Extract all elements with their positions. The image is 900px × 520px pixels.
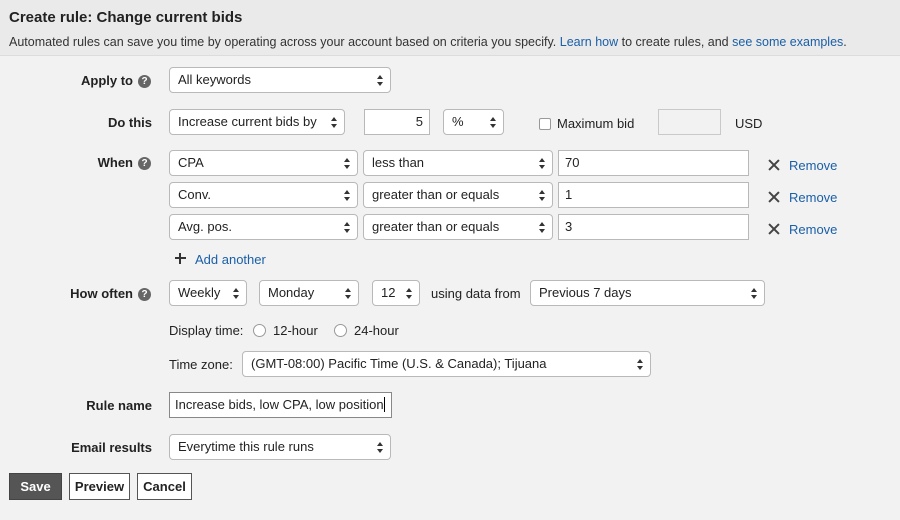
- condition-operator-value: less than: [372, 155, 425, 170]
- condition-metric-value: CPA: [178, 155, 204, 170]
- maximum-bid-label: Maximum bid: [557, 116, 635, 131]
- select-arrows-icon: [539, 190, 546, 201]
- condition-value-input[interactable]: 3: [558, 214, 749, 240]
- page-header: Create rule: Change current bids Automat…: [0, 0, 900, 56]
- radio-24-hour-label: 24-hour: [354, 323, 399, 338]
- date-range-select[interactable]: Previous 7 days: [530, 280, 765, 306]
- select-arrows-icon: [344, 158, 351, 169]
- close-icon[interactable]: [767, 158, 781, 172]
- rule-name-input[interactable]: Increase bids, low CPA, low position: [169, 392, 392, 418]
- apply-to-select[interactable]: All keywords: [169, 67, 391, 93]
- see-examples-link[interactable]: see some examples: [732, 35, 843, 49]
- date-range-value: Previous 7 days: [539, 285, 632, 300]
- condition-value-input[interactable]: 1: [558, 182, 749, 208]
- day-value: Monday: [268, 285, 315, 300]
- day-select[interactable]: Monday: [259, 280, 359, 306]
- when-label-text: When: [97, 155, 133, 170]
- bid-action-select[interactable]: Increase current bids by: [169, 109, 345, 135]
- condition-operator-value: greater than or equals: [372, 187, 500, 202]
- condition-value-input[interactable]: 70: [558, 150, 749, 176]
- help-icon[interactable]: ?: [138, 75, 151, 88]
- maximum-bid-input[interactable]: [658, 109, 721, 135]
- remove-condition-link[interactable]: Remove: [789, 190, 837, 205]
- radio-12-hour-label: 12-hour: [273, 323, 318, 338]
- radio-24-hour[interactable]: [334, 324, 347, 337]
- plus-icon[interactable]: [175, 253, 186, 264]
- select-arrows-icon: [344, 190, 351, 201]
- bid-amount-input[interactable]: 5: [364, 109, 430, 135]
- select-arrows-icon: [406, 288, 413, 299]
- condition-operator-select[interactable]: less than: [363, 150, 553, 176]
- condition-operator-select[interactable]: greater than or equals: [363, 182, 553, 208]
- select-arrows-icon: [233, 288, 240, 299]
- time-zone-value: (GMT-08:00) Pacific Time (U.S. & Canada)…: [251, 356, 547, 371]
- do-this-label: Do this: [107, 115, 152, 130]
- email-results-label: Email results: [71, 440, 152, 455]
- select-arrows-icon: [345, 288, 352, 299]
- select-arrows-icon: [377, 75, 384, 86]
- rule-name-value: Increase bids, low CPA, low position: [175, 397, 384, 412]
- bid-unit-value: %: [452, 114, 464, 129]
- select-arrows-icon: [751, 288, 758, 299]
- hour-select[interactable]: 12: [372, 280, 420, 306]
- save-button[interactable]: Save: [9, 473, 62, 500]
- learn-how-link[interactable]: Learn how: [560, 35, 618, 49]
- frequency-value: Weekly: [178, 285, 221, 300]
- close-icon[interactable]: [767, 222, 781, 236]
- time-zone-label: Time zone:: [169, 357, 233, 372]
- when-label: When?: [98, 155, 151, 170]
- maximum-bid-checkbox[interactable]: [539, 118, 551, 130]
- frequency-select[interactable]: Weekly: [169, 280, 247, 306]
- how-often-label: How often?: [70, 286, 151, 301]
- radio-12-hour[interactable]: [253, 324, 266, 337]
- email-results-value: Everytime this rule runs: [178, 439, 314, 454]
- select-arrows-icon: [344, 222, 351, 233]
- hour-value: 12: [381, 285, 396, 300]
- select-arrows-icon: [377, 442, 384, 453]
- condition-metric-select[interactable]: Avg. pos.: [169, 214, 358, 240]
- close-icon[interactable]: [767, 190, 781, 204]
- apply-to-value: All keywords: [178, 72, 251, 87]
- condition-metric-select[interactable]: Conv.: [169, 182, 358, 208]
- select-arrows-icon: [539, 158, 546, 169]
- add-another-link[interactable]: Add another: [195, 252, 266, 267]
- condition-operator-select[interactable]: greater than or equals: [363, 214, 553, 240]
- help-icon[interactable]: ?: [138, 157, 151, 170]
- how-often-label-text: How often: [70, 286, 133, 301]
- remove-condition-link[interactable]: Remove: [789, 222, 837, 237]
- using-data-from-label: using data from: [431, 286, 521, 301]
- rule-name-label: Rule name: [86, 398, 152, 413]
- condition-metric-select[interactable]: CPA: [169, 150, 358, 176]
- text-cursor: [383, 397, 385, 412]
- select-arrows-icon: [539, 222, 546, 233]
- cancel-button[interactable]: Cancel: [137, 473, 192, 500]
- description-text: Automated rules can save you time by ope…: [9, 35, 557, 49]
- select-arrows-icon: [331, 117, 338, 128]
- remove-condition-link[interactable]: Remove: [789, 158, 837, 173]
- bid-unit-select[interactable]: %: [443, 109, 504, 135]
- time-zone-select[interactable]: (GMT-08:00) Pacific Time (U.S. & Canada)…: [242, 351, 651, 377]
- preview-button[interactable]: Preview: [69, 473, 130, 500]
- description-text-mid: to create rules, and: [621, 35, 729, 49]
- select-arrows-icon: [490, 117, 497, 128]
- apply-to-label: Apply to?: [81, 73, 151, 88]
- condition-metric-value: Avg. pos.: [178, 219, 232, 234]
- help-icon[interactable]: ?: [138, 288, 151, 301]
- bid-action-value: Increase current bids by: [178, 114, 317, 129]
- description-text-end: .: [843, 35, 847, 49]
- display-time-label: Display time:: [169, 323, 244, 338]
- condition-operator-value: greater than or equals: [372, 219, 500, 234]
- page-description: Automated rules can save you time by ope…: [9, 35, 847, 49]
- page-title: Create rule: Change current bids: [9, 9, 243, 26]
- email-results-select[interactable]: Everytime this rule runs: [169, 434, 391, 460]
- condition-metric-value: Conv.: [178, 187, 211, 202]
- currency-label: USD: [735, 116, 763, 131]
- apply-to-label-text: Apply to: [81, 73, 133, 88]
- select-arrows-icon: [637, 359, 644, 370]
